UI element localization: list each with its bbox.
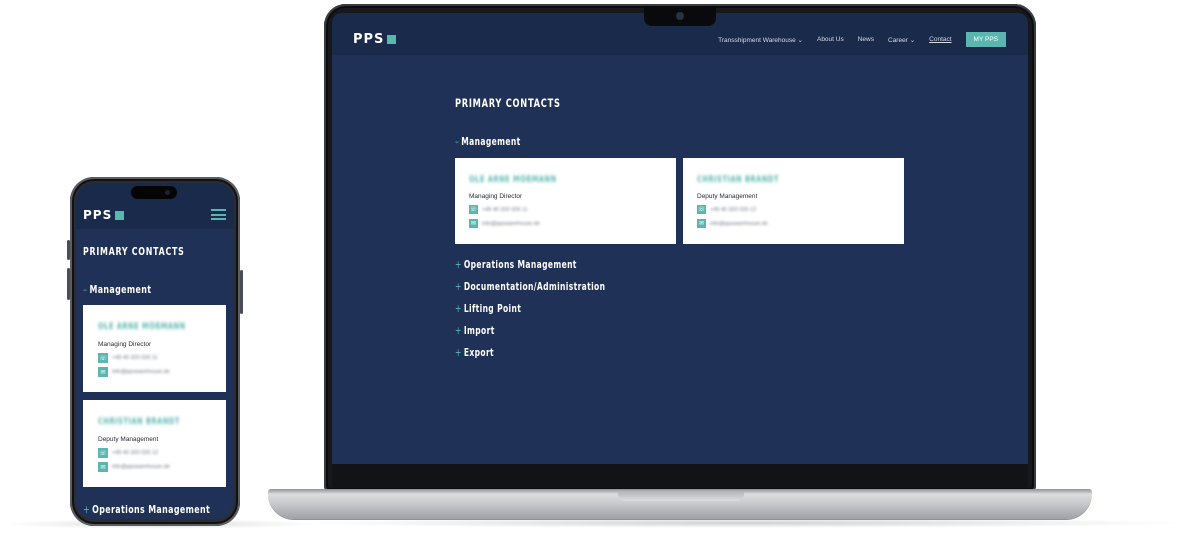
phone-icon: ☏ — [697, 205, 706, 214]
nav-item-career[interactable]: Career ⌄ — [888, 36, 915, 44]
phone-side-button — [240, 270, 243, 314]
laptop-screen: PPS Transshipment Warehouse ⌄ About Us N… — [332, 13, 1028, 464]
contact-role: Managing Director — [98, 341, 152, 348]
contact-role: Managing Director — [469, 193, 523, 200]
contact-phone: +49 40 320 026 11 — [112, 355, 158, 361]
site-logo[interactable]: PPS — [83, 208, 125, 222]
page-title: PRIMARY CONTACTS — [83, 245, 185, 258]
page-title: PRIMARY CONTACTS — [455, 96, 561, 110]
contact-phone-row[interactable]: ☏ +49 40 320 026 12 — [697, 205, 756, 214]
plus-icon: + — [455, 303, 462, 315]
contact-name: OLE ARNE MÖßMANN — [98, 322, 186, 332]
contact-email-row[interactable]: ✉ info@ppswarehouse.de — [98, 367, 170, 377]
phone-side-button — [67, 240, 70, 260]
chevron-down-icon: ⌄ — [909, 36, 916, 44]
site-logo[interactable]: PPS — [353, 32, 397, 47]
accordion-management[interactable]: – Management — [455, 136, 521, 148]
contact-role: Deputy Management — [697, 193, 758, 200]
email-icon: ✉ — [98, 367, 108, 377]
phone-icon: ☏ — [98, 353, 108, 363]
nav-item-news[interactable]: News — [858, 36, 874, 43]
accordion-management[interactable]: – Management — [83, 283, 151, 296]
plus-icon: + — [455, 347, 462, 359]
nav-item-about-us[interactable]: About Us — [817, 36, 844, 43]
contact-name: OLE ARNE MÖßMANN — [469, 175, 557, 185]
nav-item-contact[interactable]: Contact — [929, 36, 951, 43]
email-icon: ✉ — [697, 219, 706, 228]
contact-card: CHRISTIAN BRANDT Deputy Management ☏ +49… — [83, 400, 226, 487]
contact-phone: +49 40 320 026 11 — [482, 206, 528, 213]
contact-phone: +49 40 320 026 12 — [112, 450, 159, 456]
main-nav: Transshipment Warehouse ⌄ About Us News … — [718, 32, 1006, 47]
laptop-bezel — [332, 464, 1028, 488]
phone-icon: ☏ — [469, 205, 478, 214]
plus-icon: + — [83, 503, 90, 516]
contact-name: CHRISTIAN BRANDT — [98, 417, 180, 427]
phone-icon: ☏ — [98, 448, 108, 458]
contact-email-row[interactable]: ✉ info@ppswarehouse.de — [469, 219, 540, 228]
email-icon: ✉ — [98, 462, 108, 472]
camera-icon — [677, 13, 683, 19]
contact-name: CHRISTIAN BRANDT — [697, 175, 779, 185]
logo-square-icon — [387, 35, 397, 44]
plus-icon: + — [455, 259, 462, 271]
logo-square-icon — [115, 210, 125, 220]
accordion-lifting-point[interactable]: + Lifting Point — [455, 303, 521, 315]
phone-side-button — [67, 268, 70, 300]
accordion-operations-management[interactable]: + Operations Management — [83, 503, 210, 516]
contact-phone-row[interactable]: ☏ +49 40 320 026 11 — [98, 353, 158, 363]
phone-screen: PPS PRIMARY CONTACTS – Management OLE ARN… — [76, 183, 234, 519]
contact-email-row[interactable]: ✉ info@ppswarehouse.de — [98, 462, 170, 472]
hamburger-menu-icon[interactable] — [211, 209, 226, 220]
contact-card: OLE ARNE MÖßMANN Managing Director ☏ +49… — [83, 305, 226, 392]
contact-email: info@ppswarehouse.de — [710, 220, 768, 227]
contact-phone: +49 40 320 026 12 — [710, 206, 757, 213]
contact-email: info@ppswarehouse.de — [112, 369, 170, 375]
accordion-documentation-administration[interactable]: + Documentation/Administration — [455, 281, 605, 293]
accordion-operations-management[interactable]: + Operations Management — [455, 259, 577, 271]
dynamic-island — [131, 186, 177, 199]
plus-icon: + — [455, 325, 462, 337]
accordion-export[interactable]: + Export — [455, 347, 494, 359]
laptop-opening-groove — [618, 492, 744, 501]
contact-card: OLE ARNE MÖßMANN Managing Director ☏ +49… — [455, 158, 676, 244]
minus-icon: – — [83, 283, 88, 296]
logo-text: PPS — [83, 208, 113, 222]
contact-phone-row[interactable]: ☏ +49 40 320 026 12 — [98, 448, 158, 458]
contact-email-row[interactable]: ✉ info@ppswarehouse.de — [697, 219, 768, 228]
chevron-down-icon: ⌄ — [797, 36, 803, 44]
plus-icon: + — [455, 281, 462, 293]
laptop-shadow — [300, 518, 1190, 528]
logo-text: PPS — [353, 32, 385, 47]
contact-role: Deputy Management — [98, 436, 159, 443]
nav-item-transshipment-warehouse[interactable]: Transshipment Warehouse ⌄ — [718, 36, 803, 44]
email-icon: ✉ — [469, 219, 478, 228]
contact-phone-row[interactable]: ☏ +49 40 320 026 11 — [469, 205, 528, 214]
camera-icon — [165, 190, 170, 195]
contact-email: info@ppswarehouse.de — [112, 464, 170, 470]
my-pps-button[interactable]: MY PPS — [965, 32, 1006, 47]
minus-icon: – — [455, 136, 460, 148]
contact-email: info@ppswarehouse.de — [482, 220, 540, 227]
accordion-import[interactable]: + Import — [455, 325, 495, 337]
contact-card: CHRISTIAN BRANDT Deputy Management ☏ +49… — [683, 158, 904, 244]
